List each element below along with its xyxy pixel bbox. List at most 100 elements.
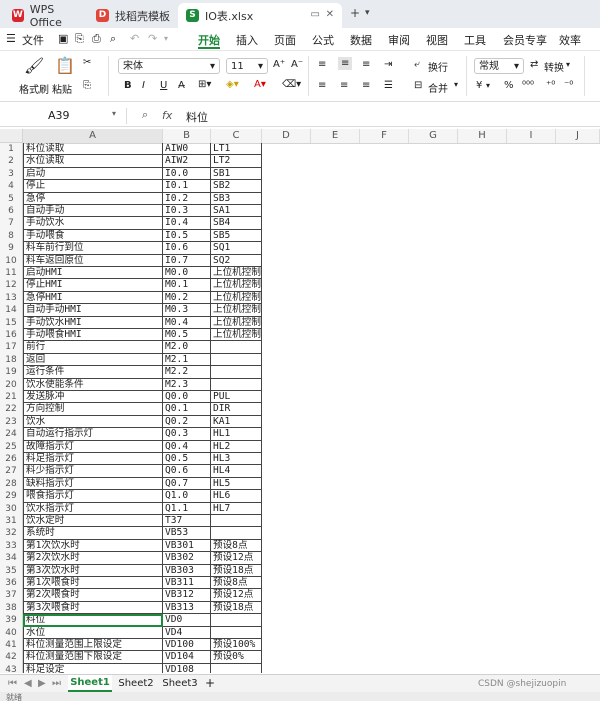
cell-c[interactable]: PUL xyxy=(211,391,262,404)
cell-a[interactable]: 料位 xyxy=(23,614,163,627)
cell-b[interactable]: Q0.2 xyxy=(163,415,211,429)
cell-a[interactable]: 喂食指示灯 xyxy=(23,490,163,503)
cell-b[interactable]: M2.2 xyxy=(163,366,211,379)
cell-a[interactable]: 料位测量范围上限设定 xyxy=(23,639,163,652)
decrease-decimal-icon[interactable]: ⁻⁰ xyxy=(564,80,573,91)
font-name-select[interactable]: 宋体 ▾ xyxy=(118,58,220,74)
cell-b[interactable]: AIW2 xyxy=(163,155,211,168)
cell-c[interactable]: SA1 xyxy=(211,205,262,218)
cell-c[interactable] xyxy=(211,515,262,528)
cell-a[interactable]: 料位读取 xyxy=(23,143,163,156)
cell-c[interactable]: SQ1 xyxy=(211,242,262,255)
increase-font-icon[interactable]: A⁺ xyxy=(273,59,285,70)
cell-c[interactable]: HL5 xyxy=(211,477,262,491)
last-sheet-icon[interactable]: ⏭ xyxy=(52,678,61,689)
cell-b[interactable]: VD0 xyxy=(163,614,211,627)
row-number[interactable]: 32 xyxy=(0,527,23,540)
cell-c[interactable]: KA1 xyxy=(211,415,262,429)
cell-c[interactable]: 预设0% xyxy=(211,651,262,664)
menu-page[interactable]: 页面 xyxy=(274,32,296,48)
clear-icon[interactable]: ⌫▾ xyxy=(282,79,301,90)
align-left-icon[interactable]: ≡ xyxy=(318,80,326,91)
next-sheet-icon[interactable]: ▶ xyxy=(38,678,46,689)
cell-b[interactable]: M0.5 xyxy=(163,329,211,342)
column-header-a[interactable]: A xyxy=(23,129,163,143)
monitor-icon[interactable]: ▭ xyxy=(311,9,320,20)
cell-c[interactable]: 预设12点 xyxy=(211,552,262,565)
cell-c[interactable]: LT1 xyxy=(211,143,262,156)
cell-c[interactable]: HL6 xyxy=(211,490,262,503)
cell-c[interactable]: SB2 xyxy=(211,180,262,193)
decrease-font-icon[interactable]: A⁻ xyxy=(291,59,303,70)
cell-b[interactable]: VB53 xyxy=(163,527,211,540)
cell-c[interactable] xyxy=(211,527,262,540)
preview-icon[interactable]: ⌕ xyxy=(110,32,116,46)
cell-b[interactable]: Q0.6 xyxy=(163,465,211,478)
menu-review[interactable]: 审阅 xyxy=(388,32,410,48)
menu-efficiency[interactable]: 效率 xyxy=(559,32,581,48)
row-number[interactable]: 37 xyxy=(0,589,23,602)
cell-c[interactable]: 上位机控制 xyxy=(211,304,262,317)
sheet-tab-sheet3[interactable]: Sheet3 xyxy=(160,675,200,692)
row-number[interactable]: 3 xyxy=(0,167,23,181)
row-number[interactable]: 29 xyxy=(0,490,23,503)
cell-c[interactable] xyxy=(211,378,262,391)
cell-b[interactable]: Q0.5 xyxy=(163,453,211,466)
underline-icon[interactable]: U xyxy=(160,80,167,91)
row-number[interactable]: 17 xyxy=(0,341,23,354)
row-number[interactable]: 8 xyxy=(0,229,23,243)
thousands-icon[interactable]: ⁰⁰⁰ xyxy=(522,80,534,91)
cell-a[interactable]: 水位读取 xyxy=(23,155,163,168)
redo-icon[interactable]: ↷ xyxy=(148,32,157,45)
align-bottom-icon[interactable]: ≡ xyxy=(362,59,370,70)
row-number[interactable]: 40 xyxy=(0,626,23,639)
cell-b[interactable]: Q1.1 xyxy=(163,502,211,515)
cell-b[interactable]: M0.2 xyxy=(163,291,211,305)
row-number[interactable]: 35 xyxy=(0,564,23,577)
cell-a[interactable]: 饮水定时 xyxy=(23,515,163,528)
cell-b[interactable]: I0.5 xyxy=(163,229,211,243)
chevron-down-icon[interactable]: ▾ xyxy=(486,81,490,90)
cell-a[interactable]: 启动HMI xyxy=(23,267,163,280)
cell-c[interactable]: HL1 xyxy=(211,428,262,441)
cell-c[interactable]: 上位机控制 xyxy=(211,329,262,342)
row-number[interactable]: 22 xyxy=(0,403,23,416)
row-number[interactable]: 43 xyxy=(0,663,23,673)
cell-a[interactable]: 启动 xyxy=(23,167,163,181)
add-sheet-icon[interactable]: + xyxy=(205,676,215,690)
cell-b[interactable]: T37 xyxy=(163,515,211,528)
cell-b[interactable]: M0.3 xyxy=(163,304,211,317)
cell-c[interactable]: 预设8点 xyxy=(211,577,262,590)
cell-a[interactable]: 急停 xyxy=(23,192,163,205)
cell-b[interactable]: Q1.0 xyxy=(163,490,211,503)
cell-a[interactable]: 前行 xyxy=(23,341,163,354)
menu-tools[interactable]: 工具 xyxy=(464,32,486,48)
cell-a[interactable]: 饮水指示灯 xyxy=(23,502,163,515)
border-icon[interactable]: ⊞▾ xyxy=(198,79,211,90)
cell-a[interactable]: 水位 xyxy=(23,626,163,639)
cell-c[interactable] xyxy=(211,341,262,354)
save-icon[interactable]: ▣ xyxy=(58,32,68,45)
cell-c[interactable]: HL3 xyxy=(211,453,262,466)
bold-icon[interactable]: B xyxy=(124,80,132,91)
column-header-g[interactable]: G xyxy=(409,129,458,143)
column-header-b[interactable]: B xyxy=(163,129,211,143)
zoom-icon[interactable]: ⌕ xyxy=(142,108,148,122)
cell-c[interactable]: 上位机控制 xyxy=(211,267,262,280)
cell-b[interactable]: VB303 xyxy=(163,564,211,577)
cell-b[interactable]: M2.1 xyxy=(163,353,211,367)
spreadsheet-grid[interactable]: 1 料位读取 AIW0 LT1 2 水位读取 AIW2 LT2 3 启动 I0.0 SB1 4 停止 I0.… xyxy=(0,143,600,673)
cell-a[interactable]: 故障指示灯 xyxy=(23,440,163,453)
cell-a[interactable]: 手动饮水HMI xyxy=(23,316,163,329)
row-number[interactable]: 27 xyxy=(0,465,23,478)
cell-a[interactable]: 返回 xyxy=(23,353,163,367)
column-header-f[interactable]: F xyxy=(360,129,409,143)
sheet-tab-sheet1[interactable]: Sheet1 xyxy=(68,675,112,692)
row-number[interactable]: 30 xyxy=(0,502,23,515)
row-number[interactable]: 23 xyxy=(0,415,23,429)
first-sheet-icon[interactable]: ⏮ xyxy=(8,678,17,689)
cell-c[interactable]: SB1 xyxy=(211,167,262,181)
cell-c[interactable] xyxy=(211,663,262,673)
cell-b[interactable]: M0.4 xyxy=(163,316,211,329)
cell-b[interactable]: M2.0 xyxy=(163,341,211,354)
